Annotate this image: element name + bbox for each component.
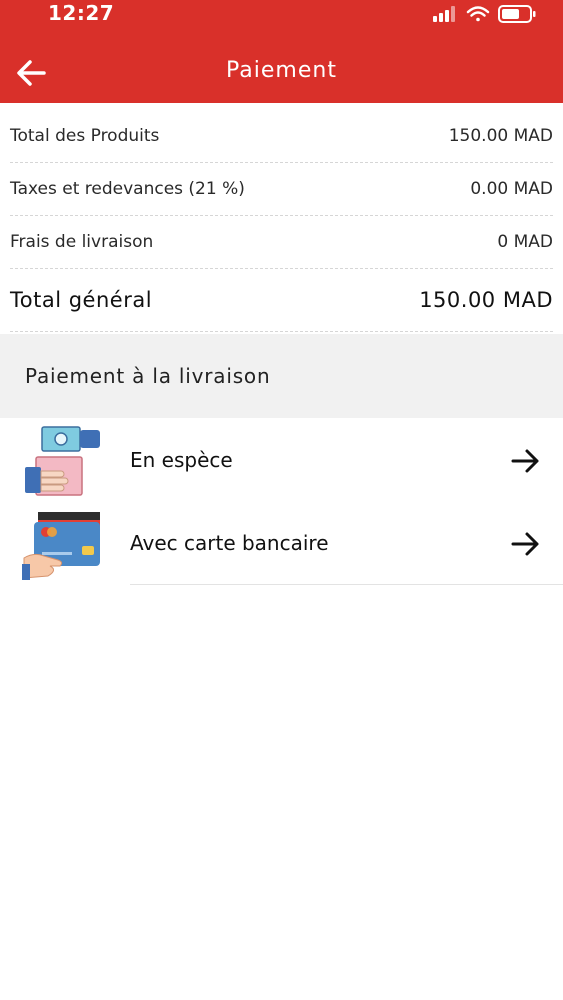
summary-value: 0 MAD [497, 232, 553, 252]
summary-row-products: Total des Produits 150.00 MAD [10, 110, 553, 163]
total-label: Total général [10, 288, 153, 312]
payment-section-header: Paiement à la livraison [0, 334, 563, 418]
order-summary: Total des Produits 150.00 MAD Taxes et r… [0, 110, 563, 332]
wifi-icon [466, 6, 490, 22]
status-time: 12:27 [48, 1, 115, 25]
app-header: 12:27 Paiement [0, 0, 563, 103]
summary-value: 150.00 MAD [448, 126, 553, 146]
status-icons [433, 5, 536, 23]
summary-row-total: Total général 150.00 MAD [10, 269, 553, 332]
arrow-right-icon [511, 449, 539, 473]
option-label: Avec carte bancaire [130, 531, 329, 555]
option-label: En espèce [130, 448, 233, 472]
summary-label: Taxes et redevances (21 %) [10, 179, 245, 199]
battery-icon [498, 5, 536, 23]
summary-row-taxes: Taxes et redevances (21 %) 0.00 MAD [10, 163, 553, 216]
status-bar: 12:27 [0, 0, 563, 28]
arrow-right-icon [511, 532, 539, 556]
cellular-signal-icon [433, 6, 455, 22]
cash-hand-icon [25, 426, 100, 496]
section-title: Paiement à la livraison [25, 364, 271, 388]
option-divider [130, 584, 563, 585]
summary-label: Frais de livraison [10, 232, 154, 252]
page-title: Paiement [226, 58, 337, 83]
summary-row-delivery: Frais de livraison 0 MAD [10, 216, 553, 269]
nav-bar: Paiement [0, 44, 563, 102]
summary-label: Total des Produits [10, 126, 160, 146]
credit-card-icon [22, 512, 100, 580]
option-cash[interactable]: En espèce [0, 420, 563, 502]
option-card[interactable]: Avec carte bancaire [0, 503, 563, 585]
summary-value: 0.00 MAD [470, 179, 553, 199]
total-value: 150.00 MAD [419, 288, 553, 312]
